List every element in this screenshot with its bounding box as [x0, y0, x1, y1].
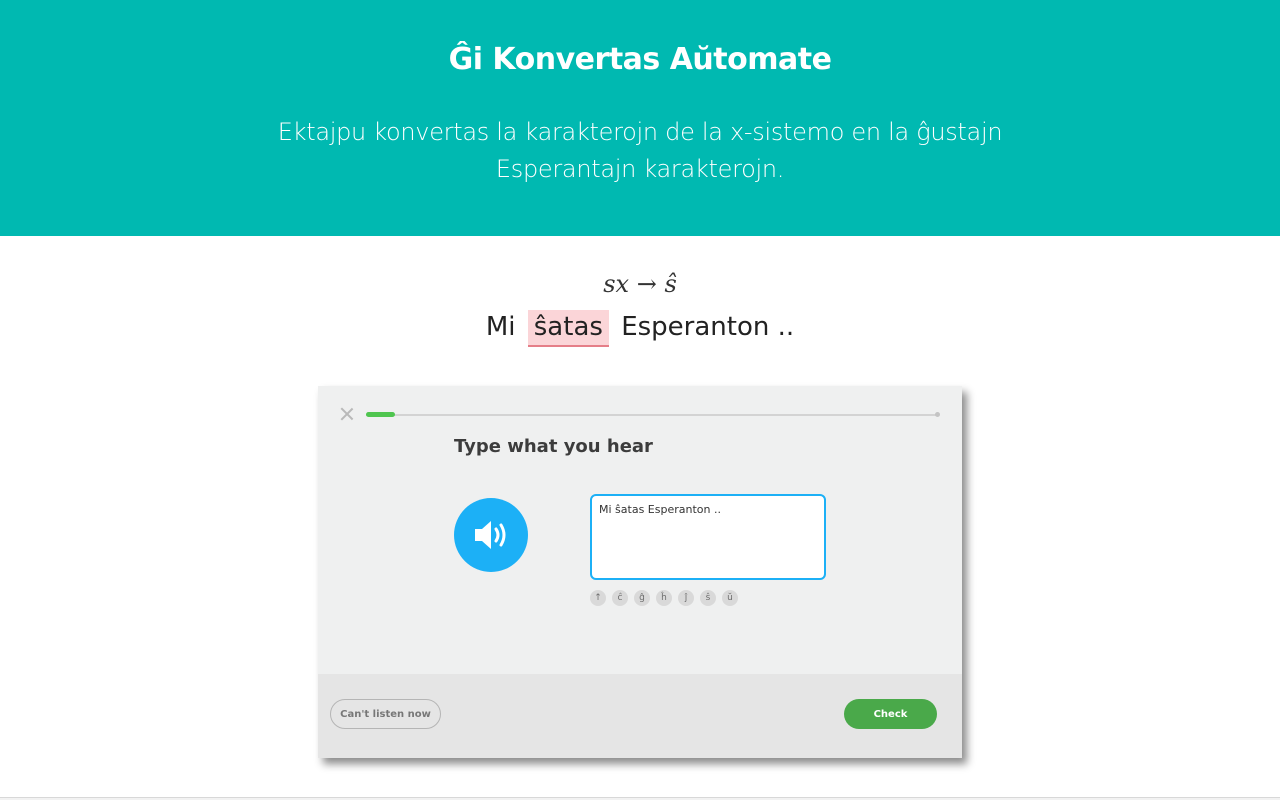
check-button[interactable]: Check: [844, 699, 937, 729]
conversion-formula: sx → ŝ: [603, 270, 677, 298]
example-sentence: Mi ŝatas Esperanton ..: [0, 310, 1280, 347]
cant-listen-button[interactable]: Can't listen now: [330, 699, 441, 729]
hero-title: Ĝi Konvertas Aŭtomate: [448, 42, 832, 77]
hero-banner: Ĝi Konvertas Aŭtomate Ektajpu konvertas …: [0, 0, 1280, 236]
special-key[interactable]: ŭ: [722, 590, 738, 606]
progress-end-dot: [935, 412, 940, 417]
close-icon[interactable]: [340, 407, 354, 421]
special-key[interactable]: ĉ: [612, 590, 628, 606]
special-key[interactable]: ↑: [590, 590, 606, 606]
lesson-footer: Can't listen now Check: [318, 674, 962, 758]
progress-bar: [366, 412, 940, 417]
exercise-prompt: Type what you hear: [454, 436, 653, 457]
special-key[interactable]: ĝ: [634, 590, 650, 606]
speaker-button[interactable]: [454, 498, 528, 572]
progress-fill: [366, 412, 395, 417]
answer-input[interactable]: [590, 494, 826, 580]
example-after: Esperanton ..: [621, 312, 795, 342]
special-key[interactable]: ĥ: [656, 590, 672, 606]
hero-subtitle: Ektajpu konvertas la karakterojn de la x…: [277, 118, 1003, 183]
special-key[interactable]: ŝ: [700, 590, 716, 606]
example-before: Mi: [485, 312, 516, 342]
special-character-keys: ↑ ĉ ĝ ĥ ĵ ŝ ŭ: [590, 590, 738, 606]
lesson-screenshot: Type what you hear ↑ ĉĝĥĵŝŭ Can't listen …: [318, 386, 962, 758]
special-key[interactable]: ĵ: [678, 590, 694, 606]
speaker-icon: [475, 521, 506, 549]
example-highlight: ŝatas: [527, 310, 609, 347]
